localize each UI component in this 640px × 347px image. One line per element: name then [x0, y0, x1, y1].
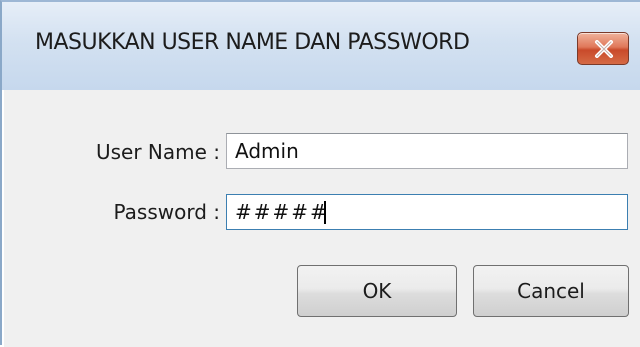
- login-dialog: MASUKKAN USER NAME DAN PASSWORD User Nam…: [0, 0, 640, 347]
- window-title: MASUKKAN USER NAME DAN PASSWORD: [35, 30, 470, 55]
- ok-button[interactable]: OK: [297, 265, 457, 317]
- text-caret: [324, 201, 326, 224]
- username-input[interactable]: [226, 133, 628, 169]
- close-button[interactable]: [577, 32, 629, 65]
- password-label: Password :: [113, 200, 220, 224]
- password-input[interactable]: [226, 194, 628, 230]
- title-bar[interactable]: MASUKKAN USER NAME DAN PASSWORD: [2, 2, 640, 90]
- cancel-button[interactable]: Cancel: [473, 265, 629, 317]
- close-icon: [595, 40, 613, 58]
- username-label: User Name :: [95, 140, 220, 164]
- dialog-body: User Name : Password : OK Cancel: [4, 90, 640, 347]
